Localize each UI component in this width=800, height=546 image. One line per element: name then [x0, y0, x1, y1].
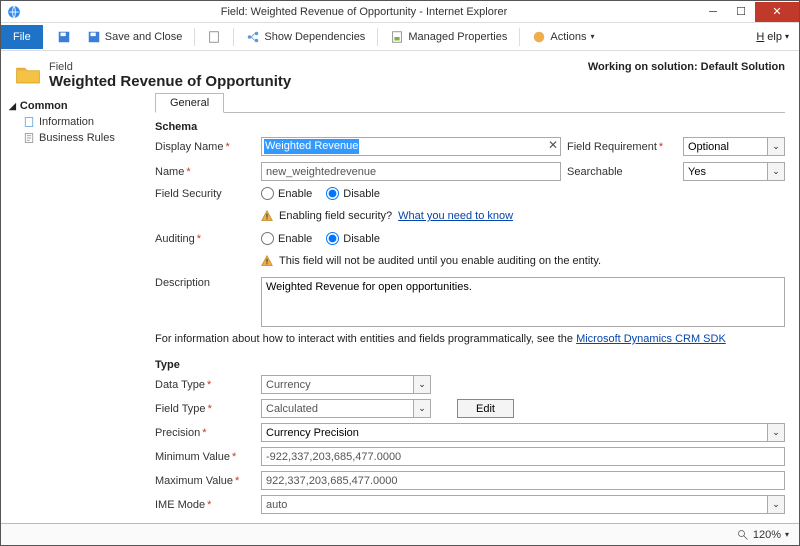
schema-section-title: Schema: [155, 121, 785, 133]
name-label: Name: [155, 166, 255, 178]
description-label: Description: [155, 277, 255, 289]
ime-mode-label: IME Mode: [155, 499, 255, 511]
field-requirement-select[interactable]: ⌄: [683, 137, 785, 156]
chevron-down-icon: ▾: [590, 32, 594, 41]
window-titlebar: Field: Weighted Revenue of Opportunity -…: [1, 1, 799, 23]
separator: [194, 28, 195, 46]
chevron-down-icon: ▾: [785, 32, 789, 41]
max-value-input: [261, 471, 785, 490]
min-value-input: [261, 447, 785, 466]
separator: [519, 28, 520, 46]
page-header: Field Weighted Revenue of Opportunity Wo…: [1, 51, 799, 92]
display-name-label: Display Name: [155, 141, 255, 153]
save-button[interactable]: [49, 30, 79, 44]
clear-icon[interactable]: ✕: [548, 138, 558, 152]
auditing-enable-radio[interactable]: Enable: [261, 232, 312, 245]
sidebar-item-information[interactable]: Information: [9, 114, 151, 130]
security-disable-radio[interactable]: Disable: [326, 187, 380, 200]
close-button[interactable]: ✕: [755, 2, 799, 22]
sidebar-item-label: Business Rules: [39, 132, 115, 144]
main-content: General Schema Display Name Weighted Rev…: [151, 92, 799, 523]
managed-props-label: Managed Properties: [408, 31, 507, 43]
separator: [233, 28, 234, 46]
dependencies-icon: [246, 30, 260, 44]
chevron-down-icon: ▾: [785, 530, 789, 539]
save-close-icon: [87, 30, 101, 44]
searchable-label: Searchable: [567, 166, 677, 178]
tab-row: General: [155, 92, 785, 113]
sidebar-item-business-rules[interactable]: Business Rules: [9, 130, 151, 146]
actions-label: Actions: [550, 31, 586, 43]
sidebar-cat-label: Common: [20, 100, 68, 112]
document-icon: [23, 116, 35, 128]
save-and-close-button[interactable]: Save and Close: [79, 30, 191, 44]
warning-icon: [261, 255, 273, 267]
sdk-link[interactable]: Microsoft Dynamics CRM SDK: [576, 333, 726, 345]
type-section-title: Type: [155, 359, 785, 371]
display-name-input[interactable]: [261, 137, 561, 156]
security-warn-text: Enabling field security?: [279, 210, 392, 222]
min-value-label: Minimum Value: [155, 451, 255, 463]
page-icon: [207, 30, 221, 44]
caret-icon: ◢: [9, 101, 16, 112]
page-title: Weighted Revenue of Opportunity: [49, 73, 291, 90]
separator: [377, 28, 378, 46]
folder-icon: [15, 63, 41, 85]
auditing-warn-text: This field will not be audited until you…: [279, 255, 601, 267]
save-close-label: Save and Close: [105, 31, 183, 43]
toolbar-icon-button[interactable]: [199, 30, 229, 44]
solution-context: Working on solution: Default Solution: [588, 61, 785, 73]
security-enable-radio[interactable]: Enable: [261, 187, 312, 200]
help-label: H: [756, 31, 764, 43]
actions-menu[interactable]: Actions ▾: [524, 30, 602, 44]
field-requirement-label: Field Requirement: [567, 141, 677, 153]
maximize-button[interactable]: ☐: [727, 2, 755, 22]
ie-icon: [7, 5, 21, 19]
minimize-button[interactable]: ─: [699, 2, 727, 22]
data-type-select[interactable]: ⌄: [261, 375, 431, 394]
sdk-info-row: For information about how to interact wi…: [155, 333, 785, 345]
precision-select[interactable]: ⌄: [261, 423, 785, 442]
warning-icon: [261, 210, 273, 222]
zoom-level[interactable]: 120%: [753, 529, 781, 541]
help-button[interactable]: ?Help▾: [753, 31, 799, 43]
zoom-icon: [737, 529, 749, 541]
field-security-label: Field Security: [155, 188, 255, 200]
show-dependencies-button[interactable]: Show Dependencies: [238, 30, 373, 44]
sidebar-category-common[interactable]: ◢ Common: [9, 98, 151, 114]
tab-general[interactable]: General: [155, 93, 224, 113]
window-title: Field: Weighted Revenue of Opportunity -…: [29, 6, 699, 18]
show-deps-label: Show Dependencies: [264, 31, 365, 43]
ime-mode-select[interactable]: ⌄: [261, 495, 785, 514]
toolbar: File Save and Close Show Dependencies Ma…: [1, 23, 799, 51]
save-icon: [57, 30, 71, 44]
sidebar-item-label: Information: [39, 116, 94, 128]
properties-icon: [390, 30, 404, 44]
description-textarea[interactable]: [261, 277, 785, 327]
max-value-label: Maximum Value: [155, 475, 255, 487]
field-type-select[interactable]: ⌄: [261, 399, 431, 418]
auditing-label: Auditing: [155, 233, 255, 245]
statusbar: 120% ▾: [1, 523, 799, 545]
security-warn-link[interactable]: What you need to know: [398, 210, 513, 222]
data-type-label: Data Type: [155, 379, 255, 391]
searchable-select[interactable]: ⌄: [683, 162, 785, 181]
entity-type-label: Field: [49, 61, 291, 73]
sdk-info-prefix: For information about how to interact wi…: [155, 333, 576, 345]
field-type-label: Field Type: [155, 403, 255, 415]
auditing-disable-radio[interactable]: Disable: [326, 232, 380, 245]
managed-properties-button[interactable]: Managed Properties: [382, 30, 515, 44]
sidebar: ◢ Common Information Business Rules: [1, 92, 151, 523]
rules-icon: [23, 132, 35, 144]
edit-button[interactable]: Edit: [457, 399, 514, 418]
precision-label: Precision: [155, 427, 255, 439]
actions-icon: [532, 30, 546, 44]
display-name-field[interactable]: Weighted Revenue ✕: [261, 137, 561, 156]
file-menu[interactable]: File: [1, 25, 43, 49]
help-suffix: elp: [767, 31, 782, 43]
name-input: [261, 162, 561, 181]
